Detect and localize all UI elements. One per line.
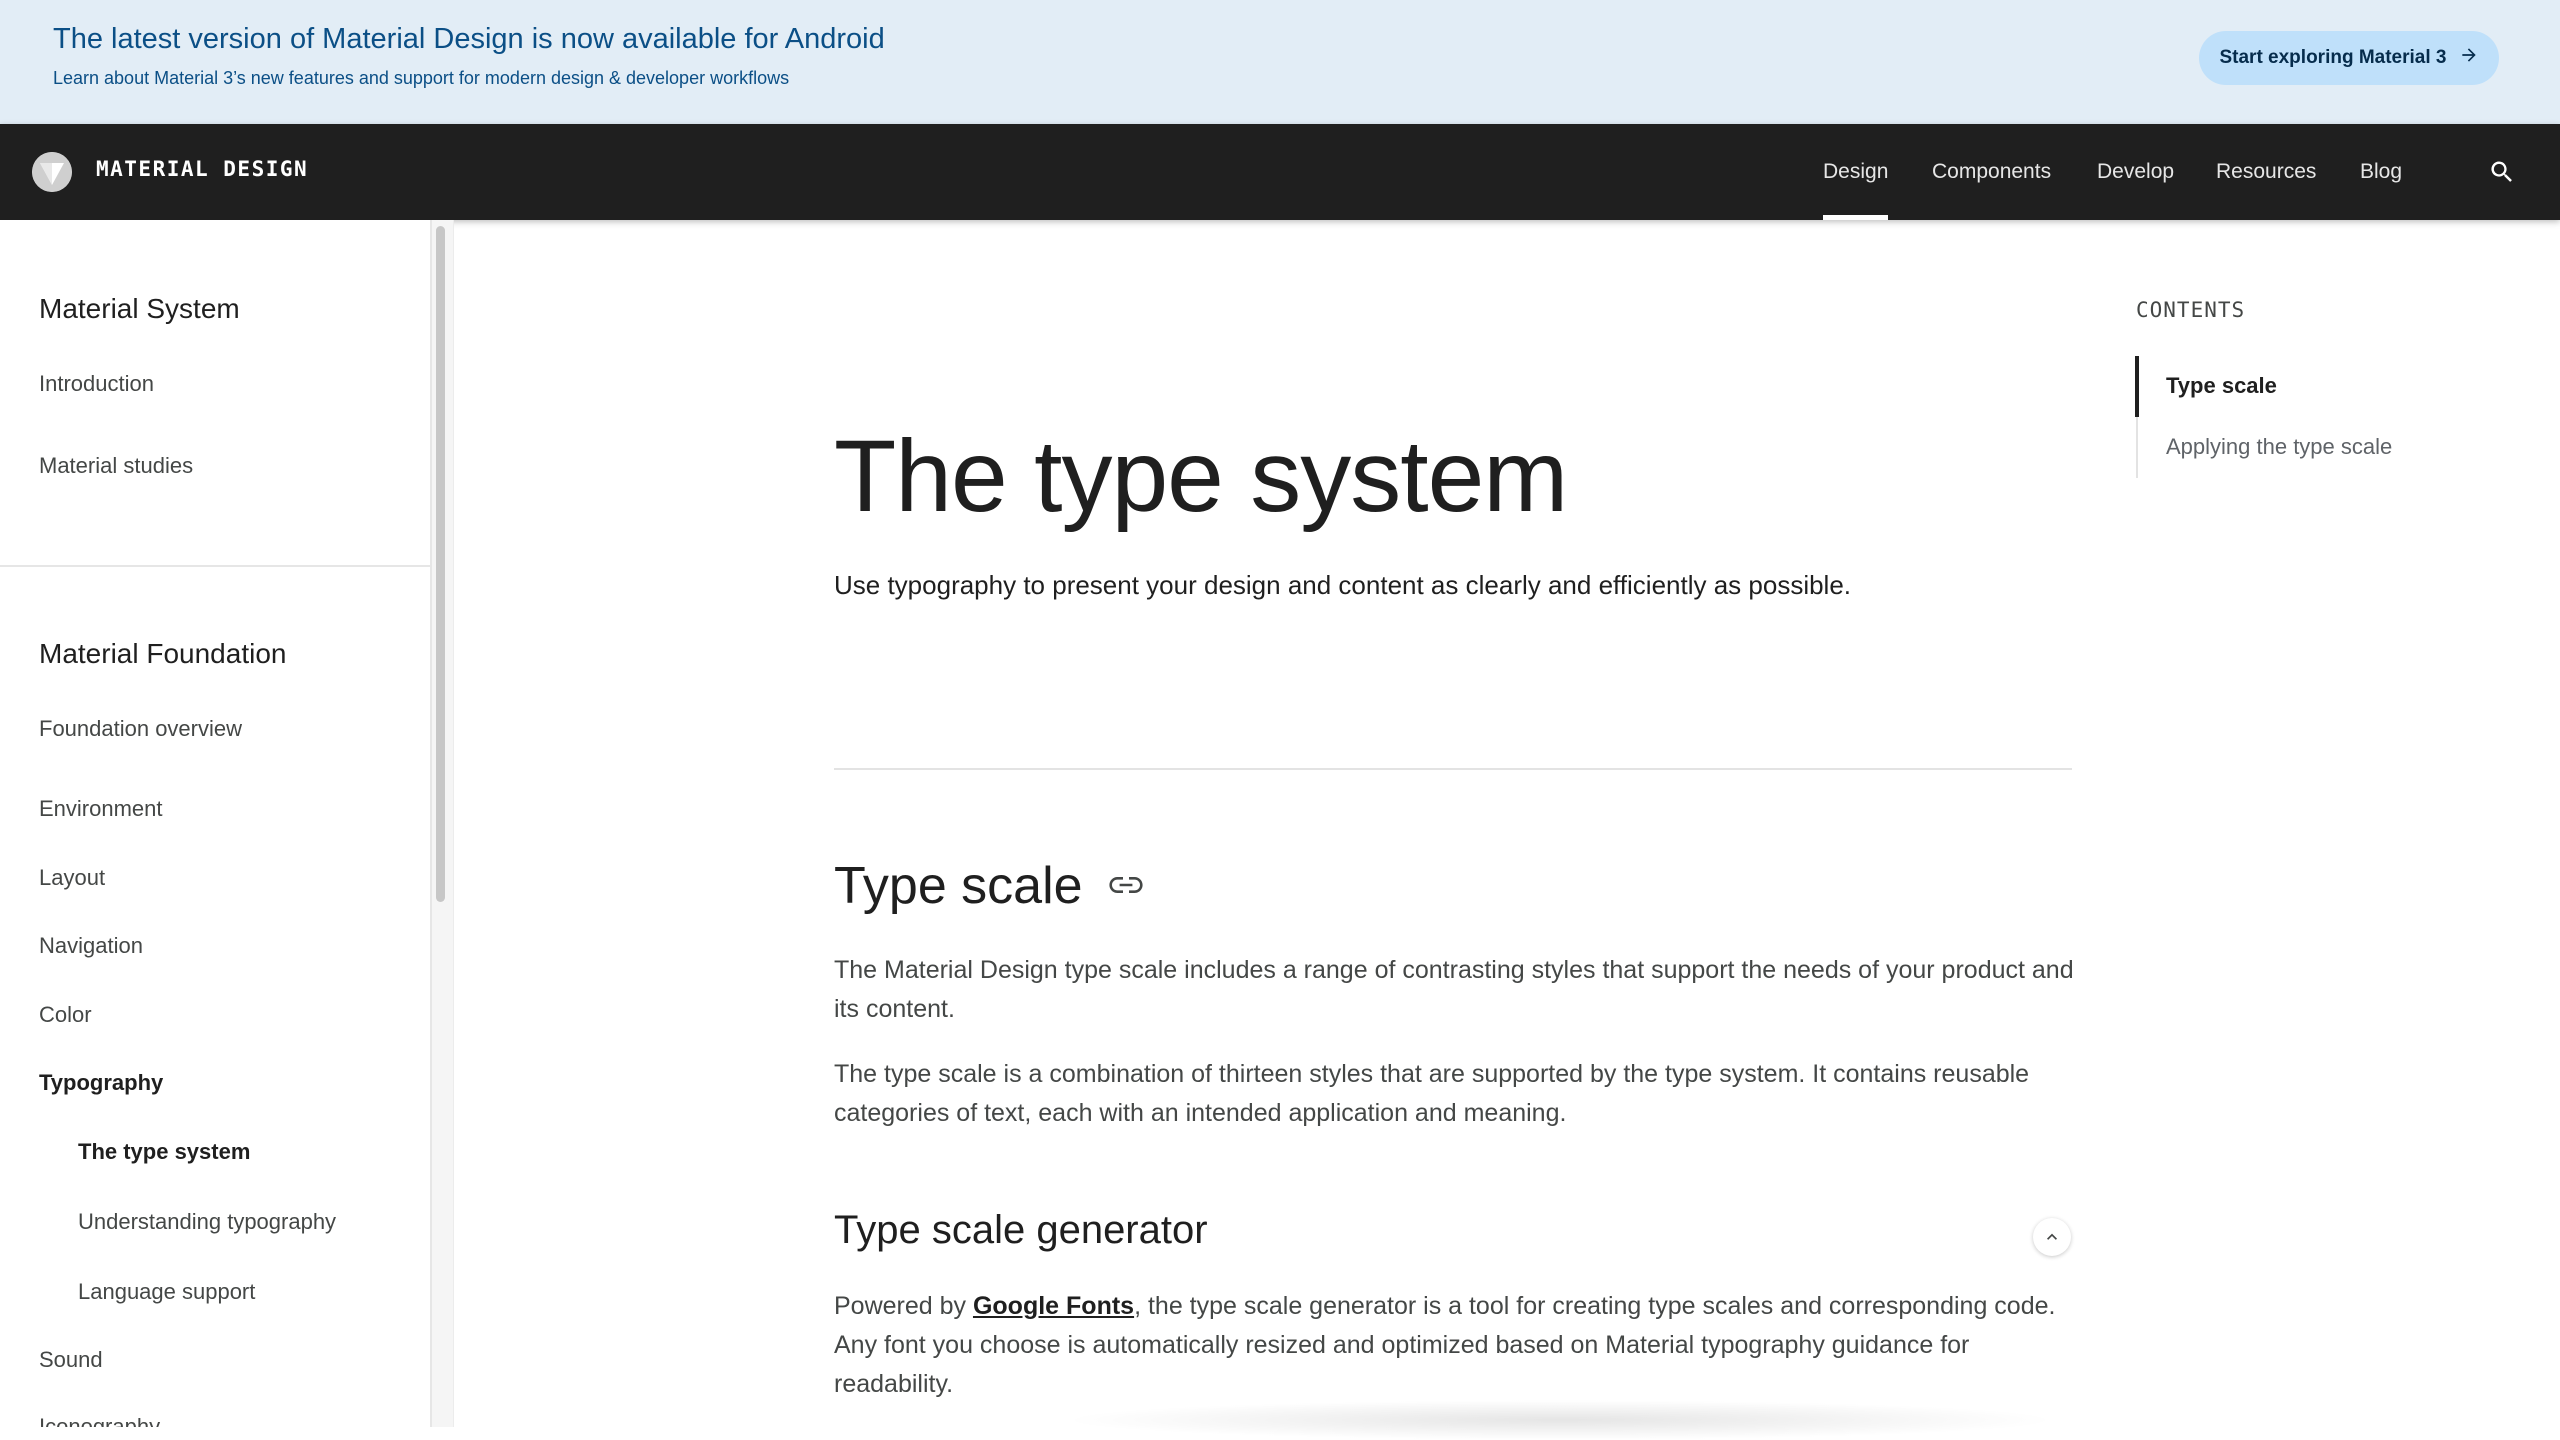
drawer-item-environment[interactable]: Environment — [39, 796, 163, 822]
drawer-section-material-foundation[interactable]: Material Foundation — [39, 638, 286, 670]
nav-components[interactable]: Components — [1932, 124, 2051, 220]
drawer-section-material-system[interactable]: Material System — [39, 293, 240, 325]
toc-item-type-scale[interactable]: Type scale — [2166, 373, 2277, 399]
nav-blog[interactable]: Blog — [2360, 124, 2402, 220]
drawer-item-introduction[interactable]: Introduction — [39, 371, 154, 397]
nav-resources[interactable]: Resources — [2216, 124, 2316, 220]
start-exploring-button[interactable]: Start exploring Material 3 — [2199, 31, 2499, 85]
page-title: The type system — [834, 419, 1568, 533]
drawer-divider — [0, 565, 430, 567]
material-logo-icon[interactable] — [32, 152, 72, 192]
section-heading-type-scale-generator: Type scale generator — [834, 1208, 1208, 1252]
content-divider — [834, 768, 2072, 770]
nav-design[interactable]: Design — [1823, 124, 1889, 220]
drawer-item-material-studies[interactable]: Material studies — [39, 453, 193, 479]
drawer-item-understanding-typography[interactable]: Understanding typography — [78, 1209, 336, 1235]
nav-resources-label: Resources — [2216, 160, 2317, 183]
navigation-drawer: Material System Introduction Material st… — [0, 220, 432, 1427]
nav-develop[interactable]: Develop — [2097, 124, 2174, 220]
drawer-item-sound[interactable]: Sound — [39, 1347, 103, 1373]
search-icon[interactable] — [2488, 158, 2516, 186]
drawer-item-the-type-system[interactable]: The type system — [78, 1139, 250, 1165]
nav-develop-label: Develop — [2097, 160, 2175, 183]
collapse-button[interactable] — [2033, 1218, 2071, 1256]
generator-paragraph: Powered by Google Fonts, the type scale … — [834, 1287, 2074, 1404]
type-scale-paragraph-2: The type scale is a combination of thirt… — [834, 1060, 2030, 1127]
toc-item-applying-the-type-scale[interactable]: Applying the type scale — [2166, 434, 2392, 460]
start-exploring-label: Start exploring Material 3 — [2219, 47, 2447, 68]
arrow-right-icon — [2459, 45, 2479, 71]
drawer-item-layout[interactable]: Layout — [39, 865, 105, 891]
drawer-item-foundation-overview[interactable]: Foundation overview — [39, 716, 242, 742]
section-heading-type-scale: Type scale — [834, 857, 1083, 915]
google-fonts-link[interactable]: Google Fonts — [973, 1292, 1134, 1320]
drawer-scrollbar-thumb[interactable] — [436, 226, 445, 902]
type-scale-paragraph-1: The Material Design type scale includes … — [834, 956, 2074, 1023]
drawer-item-language-support[interactable]: Language support — [78, 1279, 255, 1305]
banner-subtitle: Learn about Material 3’s new features an… — [53, 68, 790, 88]
banner-title: The latest version of Material Design is… — [53, 23, 885, 55]
brand-title[interactable]: MATERIAL DESIGN — [96, 157, 308, 181]
generator-paragraph-prefix: Powered by — [834, 1292, 973, 1320]
top-app-bar: MATERIAL DESIGN Design Components Develo… — [0, 124, 2560, 220]
nav-blog-label: Blog — [2360, 160, 2403, 183]
chevron-up-icon — [2042, 1227, 2062, 1247]
link-icon[interactable] — [1108, 873, 1144, 897]
drawer-item-navigation[interactable]: Navigation — [39, 933, 143, 959]
page-lead: Use typography to present your design an… — [834, 570, 1852, 600]
drawer-item-typography[interactable]: Typography — [39, 1070, 163, 1096]
toc-title: CONTENTS — [2136, 298, 2246, 322]
drawer-item-iconography[interactable]: Iconography — [39, 1414, 160, 1427]
floating-panel-shadow — [1060, 1400, 2060, 1440]
drawer-item-color[interactable]: Color — [39, 1002, 92, 1028]
toc-active-indicator — [2135, 356, 2139, 417]
nav-design-label: Design — [1823, 160, 1889, 183]
announcement-banner: The latest version of Material Design is… — [0, 0, 2560, 124]
nav-components-label: Components — [1932, 160, 2052, 183]
